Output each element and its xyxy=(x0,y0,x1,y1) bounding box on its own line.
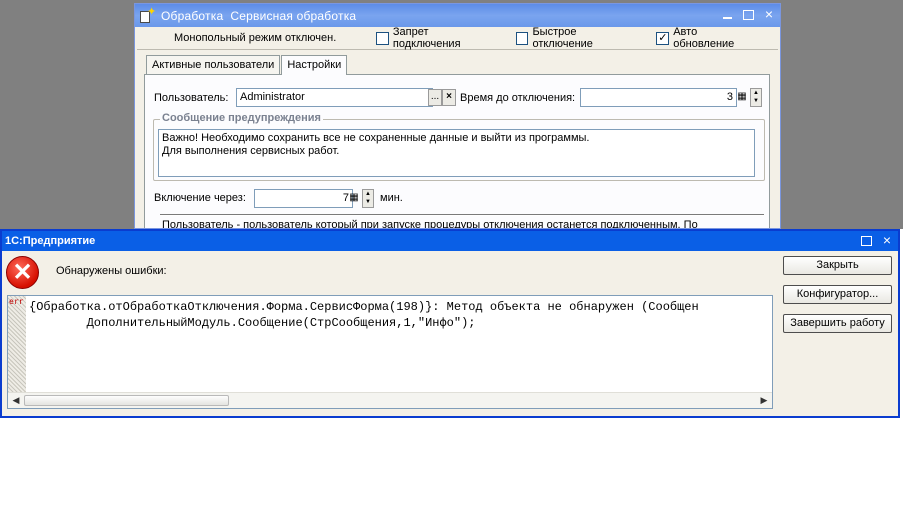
warning-line-1: Важно! Необходимо сохранить все не сохра… xyxy=(162,132,590,144)
maximize-button[interactable] xyxy=(741,7,755,22)
spin-up-icon[interactable]: ▲ xyxy=(363,190,373,198)
fast-disconnect-label: Быстрое отключение xyxy=(532,26,593,50)
error-dialog-title: 1С:Предприятие xyxy=(5,235,96,247)
processing-icon: ✦ xyxy=(139,6,156,24)
monopoly-status: Монопольный режим отключен. xyxy=(174,32,337,44)
help-note: Пользователь - пользователь который при … xyxy=(162,219,698,229)
spin-up-icon[interactable]: ▲ xyxy=(751,89,761,97)
option-auto-update[interactable]: ✓ Авто обновление xyxy=(656,26,760,50)
enable-label: Включение через: xyxy=(154,192,246,204)
user-field[interactable]: Administrator xyxy=(236,88,433,107)
finish-work-button[interactable]: Завершить работу xyxy=(783,314,892,333)
scroll-left-icon[interactable]: ◀ xyxy=(9,394,23,407)
close-window-button[interactable]: × xyxy=(762,7,776,22)
error-line-2: ДополнительныйМодуль.Сообщение(СтрСообще… xyxy=(29,316,476,330)
processing-window: ✦ Обработка Сервисная обработка × Монопо… xyxy=(134,3,781,229)
select-user-button[interactable]: ... xyxy=(428,89,442,106)
block-connection-checkbox[interactable] xyxy=(376,31,389,45)
tab-settings[interactable]: Настройки xyxy=(281,55,348,75)
warning-group-title: Сообщение предупреждения xyxy=(160,112,323,124)
fast-disconnect-checkbox[interactable] xyxy=(515,31,529,45)
calculator-icon-2[interactable]: ▦ xyxy=(348,192,360,204)
spin-down-icon[interactable]: ▼ xyxy=(363,198,373,206)
warning-group: Сообщение предупреждения Важно! Необходи… xyxy=(153,112,765,181)
error-dialog: 1С:Предприятие × ✕ Обнаружены ошибки: er… xyxy=(0,229,900,418)
clear-user-icon[interactable]: × xyxy=(442,89,456,106)
enable-spinner[interactable]: ▲ ▼ xyxy=(362,189,374,208)
time-field[interactable]: 3 xyxy=(580,88,737,107)
spin-down-icon[interactable]: ▼ xyxy=(751,97,761,105)
time-spinner[interactable]: ▲ ▼ xyxy=(750,88,762,107)
minimize-button[interactable] xyxy=(720,7,734,22)
block-connection-label: Запрет подключения xyxy=(392,26,461,50)
scroll-thumb[interactable] xyxy=(24,395,229,406)
error-dialog-titlebar: 1С:Предприятие × xyxy=(2,231,898,251)
settings-panel: Пользователь: Administrator ... × Время … xyxy=(144,74,770,229)
error-line-1: {Обработка.отОбработкаОтключения.Форма.С… xyxy=(29,300,699,314)
error-icon: ✕ xyxy=(6,256,39,289)
dialog-close-icon[interactable]: × xyxy=(880,233,894,248)
error-details-box[interactable]: err {Обработка.отОбработкаОтключения.Фор… xyxy=(7,295,773,409)
dialog-maximize-button[interactable] xyxy=(859,233,873,248)
processing-window-title: Обработка Сервисная обработка xyxy=(161,8,357,23)
warning-message-field[interactable]: Важно! Необходимо сохранить все не сохра… xyxy=(158,129,755,177)
time-label: Время до отключения: xyxy=(460,92,576,104)
options-row: Монопольный режим отключен. Запрет подкл… xyxy=(137,26,778,50)
horizontal-scrollbar[interactable]: ◀ ▶ xyxy=(8,392,772,408)
processing-window-titlebar: ✦ Обработка Сервисная обработка × xyxy=(135,4,780,27)
enable-unit: мин. xyxy=(380,192,403,204)
option-block-connection[interactable]: Запрет подключения xyxy=(376,26,498,50)
error-text[interactable]: {Обработка.отОбработкаОтключения.Форма.С… xyxy=(29,299,773,391)
warning-line-2: Для выполнения сервисных работ. xyxy=(162,145,340,157)
errors-found-label: Обнаружены ошибки: xyxy=(56,265,167,277)
close-button[interactable]: Закрыть xyxy=(783,256,892,275)
user-label: Пользователь: xyxy=(154,92,229,104)
err-marker-icon: err xyxy=(9,297,24,306)
scroll-right-icon[interactable]: ▶ xyxy=(757,394,771,407)
calculator-icon[interactable]: ▦ xyxy=(736,91,748,103)
auto-update-label: Авто обновление xyxy=(673,26,735,50)
divider xyxy=(160,214,764,216)
configurator-button[interactable]: Конфигуратор... xyxy=(783,285,892,304)
tab-strip: Активные пользователи Настройки xyxy=(146,55,348,75)
error-gutter: err xyxy=(8,296,26,392)
auto-update-checkbox[interactable]: ✓ xyxy=(656,31,670,45)
option-fast-disconnect[interactable]: Быстрое отключение xyxy=(515,26,639,50)
tab-active-users[interactable]: Активные пользователи xyxy=(146,55,281,74)
enable-field[interactable]: 7 xyxy=(254,189,353,208)
